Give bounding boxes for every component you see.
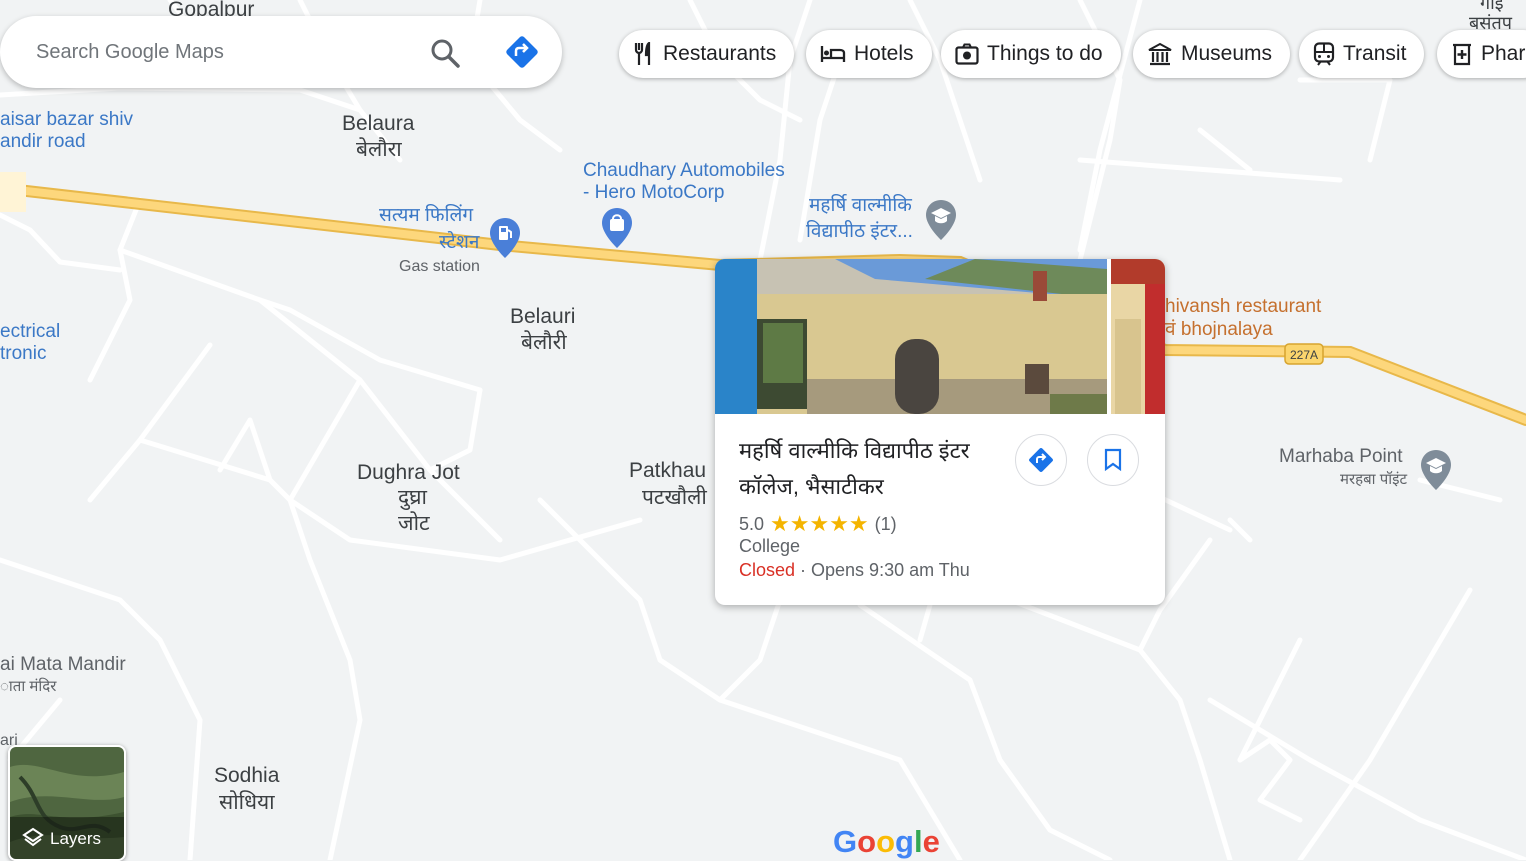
shopping-bag-pin-icon[interactable] <box>601 208 633 248</box>
place-label-belaura: Belaura <box>342 112 415 135</box>
opening-time: · Opens 9:30 am Thu <box>795 560 970 580</box>
poi-label-maharshi-2[interactable]: विद्यापीठ इंटर... <box>806 221 913 243</box>
poi-label-shivansh[interactable]: hivansh restaurant <box>1165 296 1321 318</box>
poi-label-kaisar-bazar[interactable]: aisar bazar shiv <box>0 109 133 131</box>
place-label-sodhia-hi: सोधिया <box>219 791 275 814</box>
layers-icon <box>22 827 44 847</box>
search-box <box>0 16 562 88</box>
place-label-dughra-jot: Dughra Jot <box>357 461 460 484</box>
chip-label: Museums <box>1181 42 1273 65</box>
chip-label: Phar <box>1481 42 1526 65</box>
open-status: Closed <box>739 560 796 580</box>
directions-icon <box>1029 448 1053 472</box>
card-save-button[interactable] <box>1087 434 1139 486</box>
place-category: College <box>739 536 801 556</box>
place-label-jot-hi: जोट <box>398 512 430 535</box>
poi-category-gas-station: Gas station <box>399 258 480 275</box>
pharmacy-icon <box>1453 43 1471 66</box>
place-label-patkhauli-hi: पटखौली <box>642 486 707 509</box>
place-label-belauri: Belauri <box>510 305 576 328</box>
chip-label: Things to do <box>987 42 1103 65</box>
chip-transit[interactable]: Transit <box>1299 30 1425 78</box>
chip-museums[interactable]: Museums <box>1133 30 1291 78</box>
poi-label-electrical[interactable]: ectrical <box>0 321 60 343</box>
chip-pharmacy[interactable]: Phar <box>1437 30 1526 78</box>
review-count[interactable]: (1) <box>875 514 897 535</box>
search-icon[interactable] <box>428 36 462 70</box>
school-pin-icon[interactable] <box>1420 450 1452 490</box>
poi-label-mata-mandir[interactable]: ai Mata Mandir <box>0 654 126 676</box>
poi-label-kaisar-bazar-2[interactable]: andir road <box>0 131 86 153</box>
card-directions-button[interactable] <box>1015 434 1067 486</box>
chip-label: Restaurants <box>663 42 777 65</box>
place-rating: 5.0 ★★★★★ (1) <box>739 511 897 537</box>
place-card[interactable]: महर्षि वाल्मीकि विद्यापीठ इंटर कॉलेज, भै… <box>715 259 1165 605</box>
chip-hotels[interactable]: Hotels <box>806 30 932 78</box>
chip-restaurants[interactable]: Restaurants <box>619 30 795 78</box>
directions-icon[interactable] <box>505 35 539 69</box>
place-label-sodhia: Sodhia <box>214 764 280 787</box>
school-pin-icon[interactable] <box>925 200 957 240</box>
place-label-belauri-hi: बेलौरी <box>521 331 567 354</box>
road-shield-label: 227A <box>1290 348 1318 362</box>
fork-knife-icon <box>634 42 651 65</box>
chip-things-to-do[interactable]: Things to do <box>941 30 1121 78</box>
rating-value: 5.0 <box>739 513 765 534</box>
poi-label-electronic[interactable]: tronic <box>0 343 46 365</box>
bookmark-icon <box>1104 448 1122 472</box>
place-photo[interactable] <box>715 259 1165 414</box>
place-label-top-right: गाई <box>1480 0 1504 13</box>
place-title[interactable]: महर्षि वाल्मीकि विद्यापीठ इंटर कॉलेज, भै… <box>739 433 1009 505</box>
search-input[interactable] <box>34 34 408 70</box>
layers-label: Layers <box>50 829 102 848</box>
poi-label-marhaba-hi[interactable]: मरहबा पॉइंट <box>1340 471 1407 489</box>
place-label-dughra-hi: दुघ्रा <box>398 486 428 509</box>
place-label-patkhau: Patkhau <box>629 459 707 482</box>
poi-label-mata-mandir-hi[interactable]: ाता मंदिर <box>0 678 56 696</box>
place-label-belaura-hi: बेलौरा <box>356 138 402 161</box>
poi-label-satyam-filling[interactable]: सत्यम फिलिंग <box>379 205 473 227</box>
poi-label-satyam-station[interactable]: स्टेशन <box>439 232 479 254</box>
chip-label: Hotels <box>854 42 914 65</box>
chip-label: Transit <box>1343 42 1407 65</box>
gas-station-pin-icon[interactable] <box>489 218 521 258</box>
camera-icon <box>955 43 979 65</box>
google-logo: Google <box>833 824 940 859</box>
rating-stars: ★★★★★ <box>770 511 869 536</box>
poi-label-chaudhary[interactable]: Chaudhary Automobiles <box>583 160 785 182</box>
train-icon <box>1313 42 1335 66</box>
layers-button[interactable]: Layers <box>8 745 126 861</box>
poi-label-bhojnalaya[interactable]: वं bhojnalaya <box>1165 319 1273 341</box>
bed-icon <box>820 46 846 62</box>
poi-label-marhaba-point[interactable]: Marhaba Point <box>1279 446 1403 468</box>
museum-icon <box>1148 42 1172 66</box>
place-hours: Closed · Opens 9:30 am Thu <box>739 560 970 581</box>
poi-label-maharshi[interactable]: महर्षि वाल्मीकि <box>809 195 912 217</box>
poi-label-hero[interactable]: - Hero MotoCorp <box>583 182 725 204</box>
